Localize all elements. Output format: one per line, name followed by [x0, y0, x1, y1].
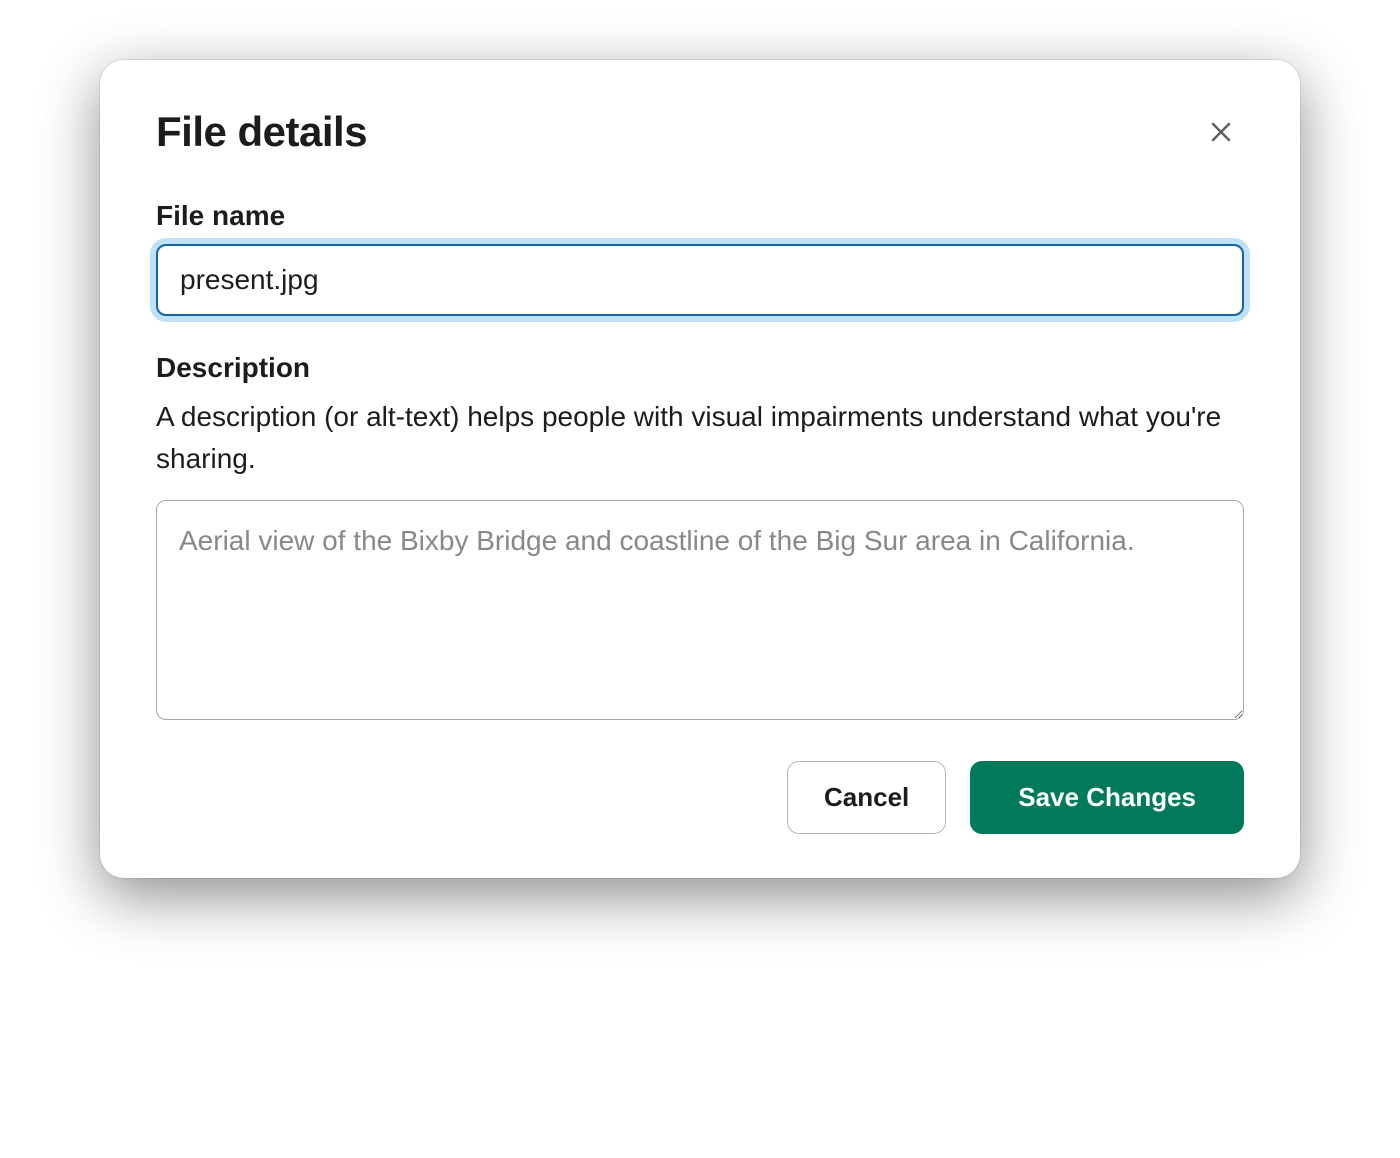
dialog-header: File details: [156, 108, 1244, 156]
filename-input[interactable]: [156, 244, 1244, 316]
dialog-footer: Cancel Save Changes: [156, 761, 1244, 834]
filename-label: File name: [156, 200, 1244, 232]
filename-group: File name: [156, 200, 1244, 316]
close-icon: [1206, 117, 1236, 147]
dialog-title: File details: [156, 108, 367, 156]
close-button[interactable]: [1198, 109, 1244, 155]
description-textarea[interactable]: [156, 500, 1244, 720]
file-details-dialog: File details File name Description A des…: [100, 60, 1300, 878]
description-group: Description A description (or alt-text) …: [156, 352, 1244, 725]
description-help-text: A description (or alt-text) helps people…: [156, 396, 1244, 480]
save-button[interactable]: Save Changes: [970, 761, 1244, 834]
description-label: Description: [156, 352, 1244, 384]
cancel-button[interactable]: Cancel: [787, 761, 946, 834]
